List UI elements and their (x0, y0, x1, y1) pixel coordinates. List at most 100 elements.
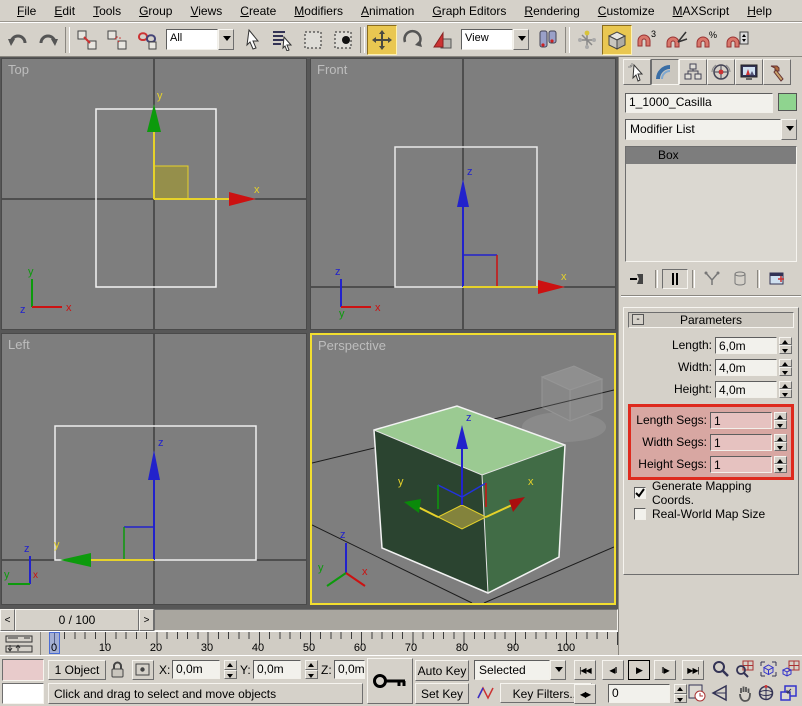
x-spinner[interactable] (224, 660, 237, 679)
time-slider-handle[interactable]: 0 / 100 (15, 609, 139, 631)
snap-3d-magnet-button[interactable]: 3 (632, 25, 662, 55)
maxscript-mini-listener[interactable] (2, 683, 44, 704)
zoom-extents-icon[interactable] (758, 659, 779, 679)
go-to-end-button[interactable]: ▶▶| (682, 660, 704, 680)
open-mini-curve-editor-icon[interactable] (2, 634, 36, 654)
tab-motion[interactable] (707, 59, 735, 85)
object-color-swatch[interactable] (778, 93, 797, 111)
height-segs-spinner[interactable] (774, 455, 787, 473)
field-of-view-icon[interactable] (710, 683, 731, 703)
menu-rendering[interactable]: Rendering (515, 2, 588, 20)
redo-button[interactable] (33, 25, 63, 55)
length-segs-spinner[interactable] (774, 411, 787, 429)
previous-frame-button[interactable]: ◀‖ (602, 660, 624, 680)
length-spinner[interactable] (779, 336, 792, 354)
time-configuration-icon[interactable] (688, 684, 706, 705)
viewport-top[interactable]: y x y x z Top (1, 58, 307, 330)
width-segs-input[interactable]: 1 (710, 433, 772, 451)
chevron-down-icon[interactable] (781, 119, 797, 140)
menu-maxscript[interactable]: MAXScript (664, 2, 739, 20)
set-keys-button[interactable] (367, 658, 413, 704)
auto-key-button[interactable]: Auto Key (415, 660, 469, 681)
next-frame-button[interactable]: ‖▶ (654, 660, 676, 680)
zoom-icon[interactable] (710, 659, 731, 679)
menu-graph-editors[interactable]: Graph Editors (423, 2, 515, 20)
snaps-toggle-button[interactable] (602, 24, 632, 55)
time-slider-prev-button[interactable]: < (0, 609, 15, 631)
menu-edit[interactable]: Edit (45, 2, 84, 20)
chevron-down-icon[interactable] (550, 660, 566, 680)
absolute-offset-toggle[interactable] (132, 660, 154, 680)
tab-create[interactable] (623, 59, 651, 85)
parameters-rollout-header[interactable]: - Parameters (628, 312, 794, 328)
select-and-scale-button[interactable] (427, 25, 457, 55)
z-coordinate-input[interactable]: 0,0m (334, 660, 365, 679)
time-slider-next-button[interactable]: > (139, 609, 154, 631)
undo-button[interactable] (3, 25, 33, 55)
menu-group[interactable]: Group (130, 2, 181, 20)
make-unique-icon[interactable] (699, 269, 725, 289)
set-key-button[interactable]: Set Key (415, 683, 469, 704)
y-spinner[interactable] (305, 660, 318, 679)
width-spinner[interactable] (779, 358, 792, 376)
chevron-down-icon[interactable] (218, 29, 234, 50)
menu-tools[interactable]: Tools (84, 2, 130, 20)
zoom-extents-all-icon[interactable] (780, 659, 801, 679)
go-to-start-button[interactable]: |◀◀ (574, 660, 596, 680)
menu-help[interactable]: Help (738, 2, 781, 20)
configure-modifier-sets-icon[interactable] (764, 269, 790, 289)
play-button[interactable]: ▶ (628, 660, 650, 680)
select-by-name-button[interactable] (268, 25, 298, 55)
maxscript-macro-recorder[interactable] (2, 659, 44, 681)
select-and-manipulate-button[interactable] (572, 25, 602, 55)
angle-snap-magnet-button[interactable] (662, 25, 692, 55)
use-pivot-point-center-button[interactable] (533, 25, 563, 55)
modifier-stack[interactable]: Box (625, 146, 797, 262)
collapse-icon[interactable]: - (632, 314, 644, 325)
length-input[interactable]: 6,0m (715, 336, 777, 354)
bind-to-space-warp-button[interactable] (132, 25, 162, 55)
menu-create[interactable]: Create (231, 2, 285, 20)
zoom-all-icon[interactable] (734, 659, 755, 679)
viewport-left[interactable]: z y z y x Left (1, 333, 307, 605)
select-and-rotate-button[interactable] (397, 25, 427, 55)
length-segs-input[interactable]: 1 (710, 411, 772, 429)
current-frame-input[interactable]: 0 (608, 684, 670, 703)
viewport-perspective[interactable]: z y x z y x Perspective (310, 333, 616, 605)
frame-spinner[interactable] (674, 684, 687, 703)
menu-modifiers[interactable]: Modifiers (285, 2, 352, 20)
tab-utilities[interactable] (763, 59, 791, 85)
y-coordinate-input[interactable]: 0,0m (253, 660, 301, 679)
tab-display[interactable] (735, 59, 763, 85)
window-crossing-toggle-button[interactable] (328, 25, 358, 55)
menu-animation[interactable]: Animation (352, 2, 423, 20)
show-end-result-icon[interactable] (662, 269, 688, 289)
select-and-move-button[interactable] (367, 24, 397, 55)
object-name-field[interactable]: 1_1000_Casilla (625, 93, 773, 113)
modifier-list-dropdown[interactable]: Modifier List (625, 119, 797, 140)
selection-lock-icon[interactable] (110, 661, 125, 682)
track-bar-ruler[interactable]: 0 10 20 30 40 50 60 70 80 90 100 (40, 632, 618, 656)
arc-rotate-icon[interactable] (756, 683, 777, 703)
rectangular-selection-region-button[interactable] (298, 25, 328, 55)
x-coordinate-input[interactable]: 0,0m (172, 660, 220, 679)
remove-modifier-icon[interactable] (727, 269, 753, 289)
key-mode-toggle-button[interactable]: ◀▶ (574, 684, 596, 704)
height-segs-input[interactable]: 1 (710, 455, 772, 473)
menu-file[interactable]: File (8, 2, 45, 20)
tab-modify[interactable] (651, 59, 679, 85)
time-slider-track[interactable] (154, 609, 618, 631)
percent-snap-magnet-button[interactable]: % (692, 25, 722, 55)
selection-set-dropdown[interactable]: Selected (474, 660, 566, 680)
chevron-down-icon[interactable] (513, 29, 529, 50)
pin-stack-icon[interactable] (625, 269, 651, 289)
height-input[interactable]: 4,0m (715, 380, 777, 398)
menu-views[interactable]: Views (181, 2, 231, 20)
generate-mapping-coords-checkbox[interactable] (634, 486, 646, 499)
spinner-snap-magnet-button[interactable] (722, 25, 752, 55)
real-world-map-size-checkbox[interactable] (634, 507, 646, 520)
height-spinner[interactable] (779, 380, 792, 398)
reference-coordinate-system-dropdown[interactable]: View (461, 29, 529, 50)
stack-item-box[interactable]: Box (626, 147, 796, 164)
select-object-button[interactable] (238, 25, 268, 55)
